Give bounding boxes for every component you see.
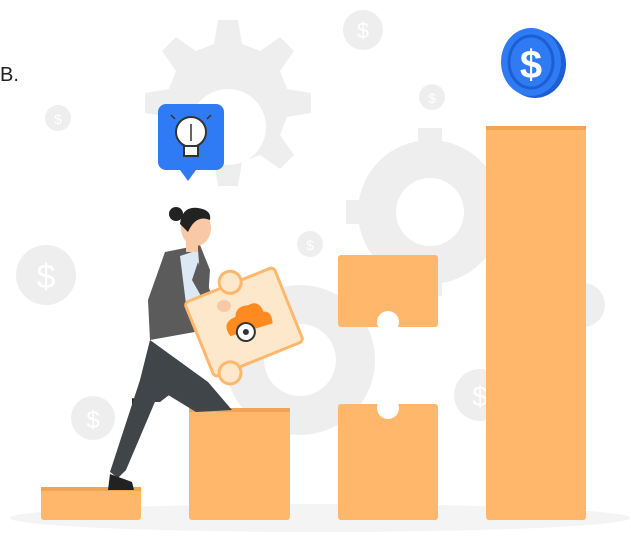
svg-text:$: $: [428, 90, 436, 106]
dollar-coin-icon: $: [45, 105, 71, 131]
corner-text: B.: [0, 64, 19, 86]
scene-svg: $ $ $ $ $ $ $ $: [10, 10, 630, 532]
svg-text:$: $: [520, 43, 542, 87]
dollar-coin-icon: $: [71, 396, 115, 440]
svg-text:$: $: [86, 407, 99, 434]
bar-step-3-upper: [338, 255, 438, 333]
illustration: B. $ $ $ $ $ $ $ $: [0, 0, 631, 541]
idea-bubble: [158, 104, 224, 181]
svg-text:$: $: [37, 258, 56, 296]
dollar-coin-icon: $: [343, 10, 383, 50]
dollar-coin-icon: $: [419, 84, 445, 110]
svg-text:$: $: [306, 237, 314, 253]
dollar-coin-icon: $: [297, 231, 323, 257]
bar-step-1: [41, 487, 141, 520]
bar-step-2: [189, 408, 290, 520]
hand: [217, 300, 231, 312]
svg-text:$: $: [54, 111, 62, 127]
bar-step-3-lower: [338, 397, 438, 520]
dollar-coin-icon: $: [16, 245, 76, 305]
svg-text:$: $: [472, 381, 488, 412]
dollar-coin-icon: $: [501, 28, 566, 98]
svg-text:$: $: [357, 18, 369, 43]
bar-step-4: [486, 126, 586, 520]
